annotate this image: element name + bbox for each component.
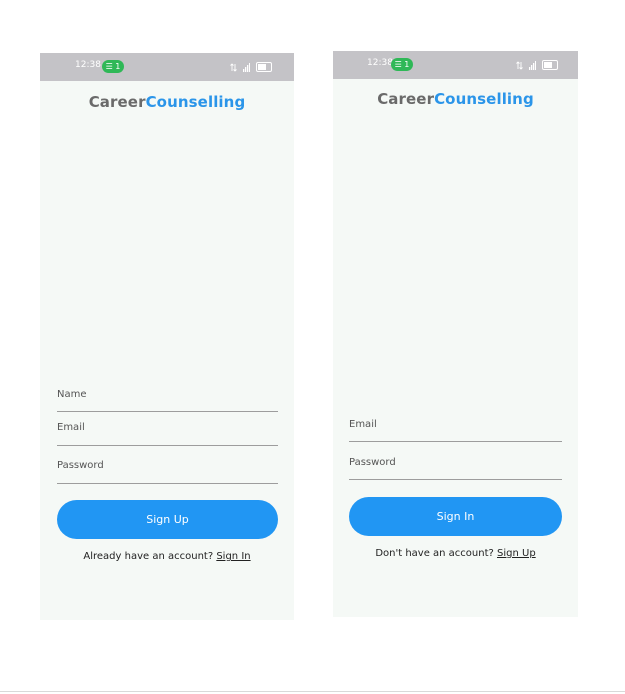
sign-in-link[interactable]: Sign In <box>216 551 250 562</box>
signal-icon <box>243 62 250 72</box>
status-icons <box>230 61 272 73</box>
password-field[interactable]: Password <box>349 448 562 480</box>
name-field[interactable]: Name <box>57 381 278 412</box>
email-field[interactable]: Email <box>349 411 562 442</box>
battery-icon <box>542 60 558 70</box>
status-time: 12:38 <box>75 60 101 70</box>
status-icons <box>516 59 558 71</box>
app-title-counselling: Counselling <box>434 90 534 108</box>
sign-in-button[interactable]: Sign In <box>349 497 562 536</box>
signin-screen: 12:38 ☰ 1 CareerCounselling Email Passwo… <box>333 51 578 617</box>
email-field[interactable]: Email <box>57 415 278 446</box>
status-time: 12:38 <box>367 58 393 68</box>
app-title: CareerCounselling <box>333 90 578 108</box>
email-placeholder: Email <box>349 419 377 430</box>
password-placeholder: Password <box>349 457 396 468</box>
page-divider <box>0 691 625 692</box>
sign-up-button[interactable]: Sign Up <box>57 500 278 539</box>
notification-pill: ☰ 1 <box>102 60 124 73</box>
password-placeholder: Password <box>57 460 104 471</box>
data-arrows-icon <box>230 62 237 72</box>
email-placeholder: Email <box>57 422 85 433</box>
app-title: CareerCounselling <box>40 93 294 111</box>
name-placeholder: Name <box>57 389 87 400</box>
signin-prompt-text: Already have an account? <box>83 551 214 562</box>
app-title-career: Career <box>377 90 435 108</box>
app-title-counselling: Counselling <box>145 93 246 111</box>
signal-icon <box>529 60 536 70</box>
notification-pill: ☰ 1 <box>391 58 413 71</box>
signup-prompt-text: Don't have an account? <box>375 548 494 559</box>
app-title-career: Career <box>88 93 146 111</box>
signup-prompt: Don't have an account? Sign Up <box>333 548 578 559</box>
signin-prompt: Already have an account? Sign In <box>40 551 294 562</box>
status-bar: 12:38 ☰ 1 <box>333 51 578 79</box>
data-arrows-icon <box>516 60 523 70</box>
status-bar: 12:38 ☰ 1 <box>40 53 294 81</box>
signup-screen: 12:38 ☰ 1 CareerCounselling Name Email P… <box>40 53 294 620</box>
battery-icon <box>256 62 272 72</box>
password-field[interactable]: Password <box>57 451 278 484</box>
sign-up-link[interactable]: Sign Up <box>497 548 536 559</box>
